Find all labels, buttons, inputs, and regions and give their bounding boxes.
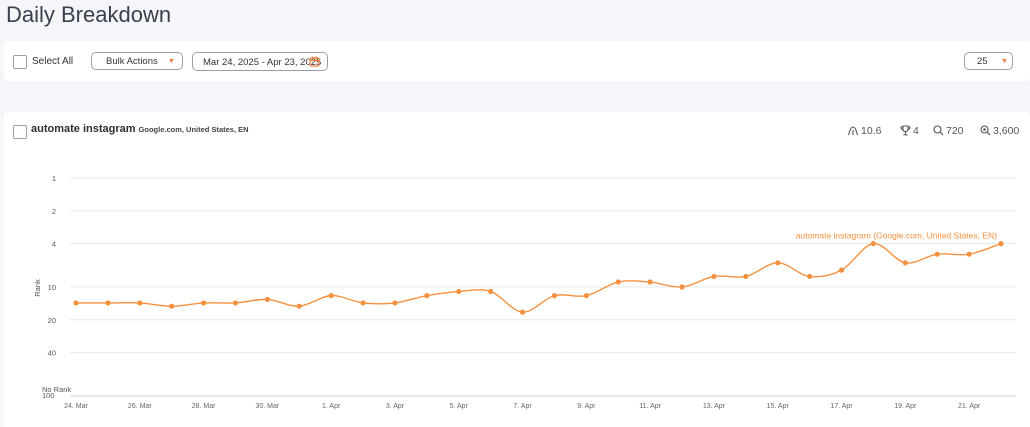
data-point xyxy=(488,288,494,295)
data-point xyxy=(360,300,366,306)
data-point xyxy=(551,293,558,299)
chevron-down-icon: ▼ xyxy=(168,58,175,65)
per-page-value: 25 xyxy=(977,56,988,67)
y-tick-label: 4 xyxy=(52,240,56,249)
x-tick-label: 26. Mar xyxy=(128,403,152,410)
y-tick-label: 2 xyxy=(52,207,56,216)
data-point xyxy=(838,267,845,273)
data-point xyxy=(264,296,270,303)
x-tick-label: 21. Apr xyxy=(958,403,981,410)
data-point xyxy=(966,251,972,257)
per-page-select[interactable]: 25 ▼ xyxy=(964,52,1013,70)
data-point xyxy=(583,293,589,299)
data-point xyxy=(807,273,813,280)
data-point xyxy=(296,303,302,309)
y-tick-label: 10 xyxy=(48,283,56,292)
bulk-actions-label: Bulk Actions xyxy=(106,56,158,67)
data-point xyxy=(711,273,717,280)
toolbar: Select All Bulk Actions ▼ Mar 24, 2025 -… xyxy=(4,41,1030,81)
x-tick-label: 15. Apr xyxy=(767,403,790,410)
bulk-actions-button[interactable]: Bulk Actions ▼ xyxy=(91,52,183,70)
y-tick-label: 40 xyxy=(48,349,56,358)
select-all-checkbox[interactable] xyxy=(13,55,27,69)
x-tick-label: 17. Apr xyxy=(830,403,853,410)
data-point xyxy=(232,300,239,306)
data-point xyxy=(73,300,79,306)
x-tick-label: 5. Apr xyxy=(450,403,469,410)
data-point xyxy=(934,251,940,257)
data-point xyxy=(169,303,175,309)
x-tick-label: 9. Apr xyxy=(577,403,596,410)
x-tick-label: 1. Apr xyxy=(322,403,341,410)
x-tick-label: 11. Apr xyxy=(639,403,661,410)
data-point xyxy=(679,284,685,290)
data-point xyxy=(902,260,908,266)
y-tick-label: 20 xyxy=(48,316,56,325)
data-point xyxy=(424,293,430,299)
data-point xyxy=(200,300,207,306)
data-point xyxy=(775,260,781,266)
data-point xyxy=(392,300,398,306)
date-range-label: Mar 24, 2025 - Apr 23, 2025 xyxy=(203,57,322,68)
x-tick-label: 30. Mar xyxy=(256,403,280,410)
keyword-panel: automate instagram Google.com, United Sta… xyxy=(4,112,1030,427)
x-tick-label: 19. Apr xyxy=(894,403,917,410)
x-tick-label: 3. Apr xyxy=(386,403,405,410)
y-tick-label: 100 xyxy=(42,391,55,400)
data-point xyxy=(456,288,462,295)
data-point xyxy=(615,279,621,285)
date-range-picker[interactable]: Mar 24, 2025 - Apr 23, 2025 xyxy=(192,52,328,71)
calendar-icon xyxy=(309,56,320,67)
x-tick-label: 24. Mar xyxy=(64,403,88,410)
x-tick-label: 28. Mar xyxy=(192,403,216,410)
y-axis-label: Rank xyxy=(33,279,42,297)
x-tick-label: 7. Apr xyxy=(513,403,532,410)
series-line xyxy=(76,242,1002,313)
series-label: automate instagram (Google.com, United S… xyxy=(796,231,997,241)
data-point xyxy=(998,241,1004,247)
data-point xyxy=(105,300,111,306)
data-point xyxy=(328,293,334,299)
page-title: Daily Breakdown xyxy=(6,2,172,27)
data-point xyxy=(137,300,143,306)
y-tick-label: 1 xyxy=(52,174,56,183)
data-point xyxy=(647,279,653,285)
data-point xyxy=(519,309,526,315)
data-point xyxy=(870,241,877,247)
select-all-label[interactable]: Select All xyxy=(32,56,73,67)
x-tick-label: 13. Apr xyxy=(703,403,726,410)
rank-chart: 124102040No Rank100Rank24. Mar 26. Mar 28.… xyxy=(33,174,1016,410)
chevron-down-icon: ▼ xyxy=(1001,58,1008,65)
data-point xyxy=(743,273,749,280)
